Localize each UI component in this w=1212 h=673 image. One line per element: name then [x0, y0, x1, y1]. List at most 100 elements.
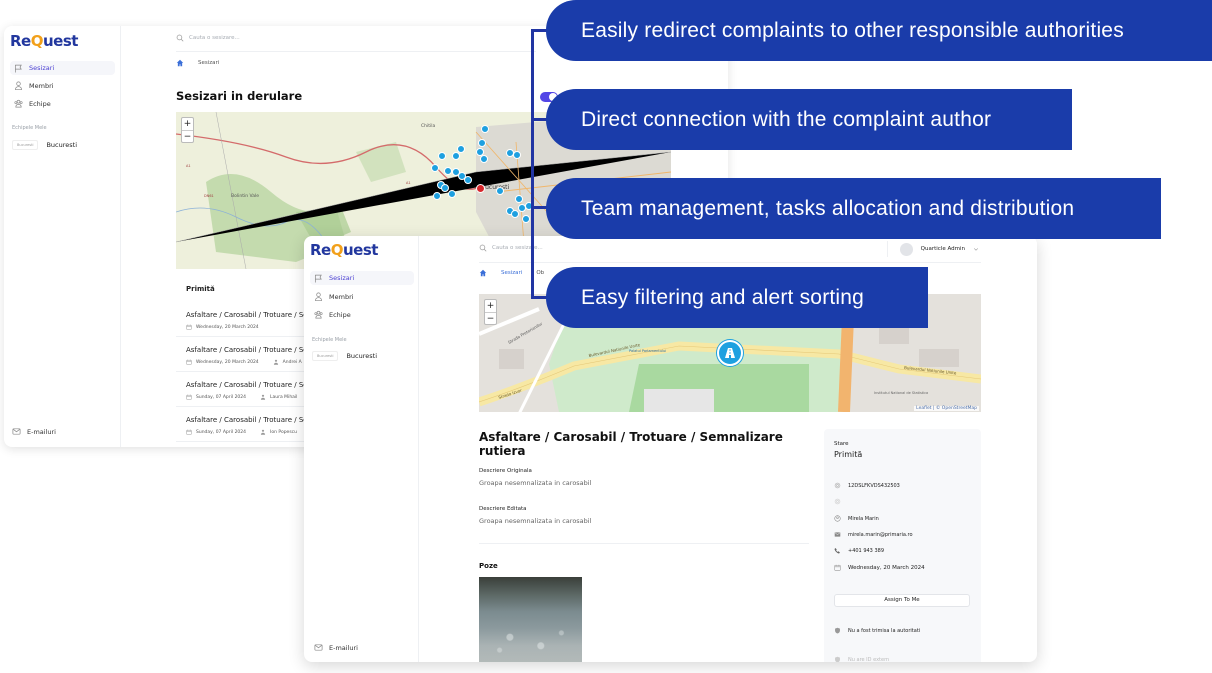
complaint-marker[interactable]	[438, 152, 446, 160]
zoom-in-button[interactable]: +	[485, 300, 496, 312]
logo-text-q: Q	[30, 32, 44, 50]
map-attribution[interactable]: Leaflet | © OpenStreetMap	[914, 406, 979, 411]
breadcrumb-item[interactable]: Sesizari	[501, 270, 522, 276]
home-icon[interactable]	[176, 59, 184, 67]
complaint-marker-urgent[interactable]	[476, 184, 485, 193]
complaint-marker[interactable]	[717, 340, 743, 366]
info-row-id: 12DSLFKVDS432503	[834, 482, 900, 489]
home-icon[interactable]	[479, 269, 487, 277]
complaint-marker[interactable]	[481, 125, 489, 133]
team-chip: Bucuresti	[12, 140, 39, 150]
team-item-bucuresti[interactable]: Bucuresti Bucuresti	[12, 140, 77, 150]
search-icon	[479, 244, 487, 252]
list-item-meta: Sunday, 07 April 2024 Laura Mihail	[186, 394, 297, 400]
calendar-icon	[186, 324, 192, 330]
map-label: Palatul Parlamentului	[629, 349, 666, 353]
complaint-marker[interactable]	[433, 192, 441, 200]
callout-connector	[531, 29, 553, 299]
team-chip: Bucuresti	[312, 351, 339, 361]
complaint-marker[interactable]	[511, 210, 519, 218]
user-icon	[14, 81, 23, 90]
sidebar-item-emailuri[interactable]: E-mailuri	[314, 643, 358, 652]
road-icon	[725, 348, 735, 358]
complaint-marker[interactable]	[457, 145, 465, 153]
complaint-marker[interactable]	[448, 190, 456, 198]
list-item-meta: Wednesday, 20 March 2024 Andrei A	[186, 359, 302, 365]
callout-text: Easily redirect complaints to other resp…	[581, 18, 1124, 42]
logo-text-re: Re	[10, 32, 31, 50]
list-item-meta: Wednesday, 20 March 2024	[186, 324, 259, 330]
column-header: Primită	[186, 285, 215, 293]
info-row-phone: +401 943 389	[834, 547, 884, 554]
sidebar-item-sesizari[interactable]: Sesizari	[310, 271, 414, 285]
complaint-title: Asfaltare / Carosabil / Trotuare / Semna…	[479, 430, 783, 458]
team-icon	[314, 310, 323, 319]
callout-text: Team management, tasks allocation and di…	[581, 196, 1075, 220]
shield-icon	[835, 627, 840, 634]
map-label: A1	[186, 164, 191, 168]
user-name: Quarticle Admin	[920, 246, 965, 252]
sidebar-item-echipe[interactable]: Echipe	[14, 99, 51, 108]
search-bar[interactable]: Cauta o sesizare...	[176, 34, 240, 42]
team-item-bucuresti[interactable]: Bucuresti Bucuresti	[312, 351, 377, 361]
list-item-date: Sunday, 07 April 2024	[196, 394, 247, 400]
external-id-status: Nu are ID extern	[848, 656, 890, 663]
avatar	[899, 242, 913, 256]
complaint-marker[interactable]	[478, 139, 486, 147]
map-label: DN61	[204, 194, 214, 198]
request-logo[interactable]: ReQuest	[310, 241, 378, 259]
complaint-photo[interactable]	[479, 577, 582, 662]
list-item-date: Wednesday, 20 March 2024	[196, 324, 259, 330]
author-name: Mirela Marin	[848, 515, 879, 522]
original-description-value: Groapa nesemnalizata in carosabil	[479, 479, 592, 487]
sidebar-item-label: E-mailuri	[27, 427, 56, 436]
user-menu[interactable]: Quarticle Admin	[886, 241, 979, 257]
calendar-icon	[186, 429, 192, 435]
request-logo[interactable]: ReQuest	[10, 32, 78, 50]
sidebar-item-sesizari[interactable]: Sesizari	[10, 61, 115, 75]
edited-description-value: Groapa nesemnalizata in carosabil	[479, 517, 592, 525]
callout-team-management: Team management, tasks allocation and di…	[546, 178, 1161, 239]
map-label: Chitila	[421, 123, 436, 129]
zoom-out-button[interactable]: −	[182, 130, 193, 142]
flag-icon	[314, 274, 322, 283]
author-email[interactable]: mirela.marin@primaria.ro	[848, 532, 913, 538]
sidebar-item-echipe[interactable]: Echipe	[314, 310, 351, 319]
info-row-date: Wednesday, 20 March 2024	[834, 564, 925, 571]
complaint-marker[interactable]	[515, 195, 523, 203]
logo-text-q: Q	[330, 241, 344, 259]
sidebar-item-label: Membri	[29, 81, 54, 90]
page-title: Sesizari in derulare	[176, 89, 303, 103]
section-caption: Echipele Mele	[312, 337, 347, 343]
user-icon	[273, 359, 278, 365]
section-divider	[479, 543, 809, 544]
info-row-email: mirela.marin@primaria.ro	[834, 531, 913, 538]
status-label: Stare	[834, 441, 849, 447]
complaint-marker[interactable]	[522, 215, 530, 223]
sidebar-item-membri[interactable]: Membri	[14, 81, 54, 90]
complaint-marker[interactable]	[480, 155, 488, 163]
sidebar-item-label: Echipe	[29, 99, 51, 108]
assignee-name: Andrei A	[282, 359, 302, 365]
complaint-marker[interactable]	[464, 176, 472, 184]
sidebar-item-membri[interactable]: Membri	[314, 292, 354, 301]
search-placeholder: Cauta o sesizare...	[189, 35, 240, 41]
mail-icon	[834, 532, 841, 537]
complaint-marker[interactable]	[452, 152, 460, 160]
author-phone[interactable]: +401 943 389	[848, 548, 884, 554]
team-name: Bucuresti	[46, 141, 77, 149]
zoom-out-button[interactable]: −	[485, 312, 496, 324]
complaint-marker[interactable]	[444, 167, 452, 175]
user-circle-icon	[834, 515, 841, 522]
complaint-marker[interactable]	[513, 151, 521, 159]
sidebar-item-emailuri[interactable]: E-mailuri	[12, 427, 56, 436]
search-icon	[176, 34, 184, 42]
info-row-truncated: Nu are ID extern	[834, 656, 889, 662]
complaint-marker[interactable]	[496, 187, 504, 195]
assign-to-me-button[interactable]: Assign To Me	[834, 594, 970, 607]
authority-status: Nu a fost trimisa la autoritati	[848, 627, 921, 634]
breadcrumb-item[interactable]: Sesizari	[198, 60, 219, 66]
team-icon	[14, 99, 23, 108]
complaint-marker[interactable]	[431, 164, 439, 172]
zoom-in-button[interactable]: +	[182, 118, 193, 130]
